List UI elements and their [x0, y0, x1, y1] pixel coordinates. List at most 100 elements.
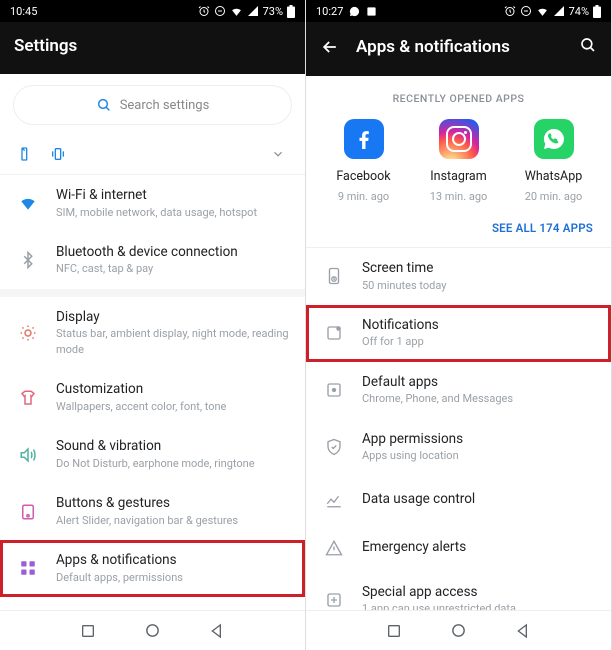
- item-special-access[interactable]: Special app access 1 app can use unrestr…: [306, 572, 611, 610]
- item-subtitle: Do Not Disturb, earphone mode, ringtone: [56, 456, 289, 471]
- settings-list: Wi-Fi & internet SIM, mobile network, da…: [0, 175, 305, 610]
- item-title: Display: [56, 309, 289, 327]
- item-apps-notifications[interactable]: Apps & notifications Default apps, permi…: [0, 540, 305, 597]
- signal-icon: [553, 5, 565, 17]
- alarm-icon: [504, 5, 516, 17]
- signal-icon: [247, 5, 259, 17]
- item-default-apps[interactable]: Default apps Chrome, Phone, and Messages: [306, 362, 611, 419]
- default-apps-icon: [325, 381, 343, 399]
- chevron-down-icon: [271, 147, 285, 161]
- item-title: Screen time: [362, 260, 595, 278]
- item-notifications[interactable]: Notifications Off for 1 app: [306, 305, 611, 362]
- item-wifi-internet[interactable]: Wi-Fi & internet SIM, mobile network, da…: [0, 175, 305, 232]
- whatsapp-notif-icon: [349, 6, 360, 17]
- item-customization[interactable]: Customization Wallpapers, accent color, …: [0, 369, 305, 426]
- nav-recent-icon[interactable]: [80, 623, 96, 639]
- settings-screen: 10:45 73% Settings Search settings: [0, 0, 306, 650]
- item-emergency-alerts[interactable]: Emergency alerts: [306, 524, 611, 572]
- item-sound[interactable]: Sound & vibration Do Not Disturb, earpho…: [0, 426, 305, 483]
- recently-opened-header: RECENTLY OPENED APPS: [306, 76, 611, 115]
- item-app-permissions[interactable]: App permissions Apps using location: [306, 419, 611, 476]
- battery-percent: 74%: [569, 5, 589, 18]
- item-title: Wi-Fi & internet: [56, 187, 289, 205]
- item-buttons[interactable]: Buttons & gestures Alert Slider, navigat…: [0, 483, 305, 540]
- item-subtitle: NFC, cast, tap & pay: [56, 261, 289, 276]
- nav-home-icon[interactable]: [450, 622, 467, 639]
- display-icon: [19, 324, 37, 342]
- search-button[interactable]: [579, 36, 597, 58]
- dnd-icon: [214, 5, 226, 17]
- apps-notifications-screen: 10:27 74% Apps & notifications RECENTLY …: [306, 0, 612, 650]
- item-security[interactable]: Security & lock screen Fingerprint, Face…: [0, 597, 305, 610]
- vibrate-icon: [50, 146, 66, 162]
- item-title: Data usage control: [362, 491, 595, 509]
- item-subtitle: Default apps, permissions: [56, 570, 289, 585]
- item-subtitle: Apps using location: [362, 448, 595, 463]
- app-name: Instagram: [430, 169, 486, 184]
- item-title: App permissions: [362, 431, 595, 449]
- item-title: Bluetooth & device connection: [56, 244, 289, 262]
- nav-back-icon[interactable]: [515, 623, 531, 639]
- recent-app-whatsapp[interactable]: WhatsApp 20 min. ago: [511, 119, 597, 203]
- screen-header: Settings: [0, 22, 305, 74]
- item-subtitle: Chrome, Phone, and Messages: [362, 391, 595, 406]
- item-title: Emergency alerts: [362, 539, 595, 557]
- bluetooth-icon: [19, 251, 37, 269]
- item-subtitle: Wallpapers, accent color, font, tone: [56, 399, 289, 414]
- recent-app-facebook[interactable]: Facebook 9 min. ago: [321, 119, 407, 203]
- back-arrow-icon[interactable]: [320, 37, 340, 57]
- data-usage-icon: [325, 491, 343, 509]
- permissions-icon: [325, 438, 343, 456]
- content-area: RECENTLY OPENED APPS Facebook 9 min. ago…: [306, 76, 611, 610]
- quick-settings-expander[interactable]: [0, 134, 305, 175]
- status-bar: 10:27 74%: [306, 0, 611, 22]
- battery-icon: [593, 5, 601, 18]
- item-subtitle: Off for 1 app: [362, 334, 595, 349]
- screen-header: Apps & notifications: [306, 22, 611, 76]
- item-title: Special app access: [362, 584, 595, 602]
- nav-recent-icon[interactable]: [386, 623, 402, 639]
- tshirt-icon: [19, 389, 37, 407]
- item-title: Apps & notifications: [56, 552, 289, 570]
- sim-icon: [20, 146, 36, 162]
- item-title: Sound & vibration: [56, 438, 289, 456]
- wifi-icon: [230, 5, 243, 18]
- apps-settings-list: Screen time 50 minutes today Notificatio…: [306, 248, 611, 610]
- alert-icon: [325, 539, 343, 557]
- item-title: Security & lock screen: [56, 609, 289, 610]
- item-screen-time[interactable]: Screen time 50 minutes today: [306, 248, 611, 305]
- app-name: WhatsApp: [525, 169, 583, 184]
- app-time: 20 min. ago: [525, 190, 583, 203]
- item-title: Customization: [56, 381, 289, 399]
- search-input[interactable]: Search settings: [14, 86, 291, 124]
- search-icon: [96, 97, 112, 113]
- content-area: Search settings Wi-Fi & internet SIM, mo…: [0, 74, 305, 610]
- screen-time-icon: [325, 267, 343, 285]
- alarm-icon: [198, 5, 210, 17]
- recent-app-instagram[interactable]: Instagram 13 min. ago: [416, 119, 502, 203]
- search-icon: [579, 36, 597, 54]
- item-title: Buttons & gestures: [56, 495, 289, 513]
- status-bar: 10:45 73%: [0, 0, 305, 22]
- apps-icon: [19, 559, 37, 577]
- nav-home-icon[interactable]: [144, 622, 161, 639]
- whatsapp-icon: [534, 119, 574, 159]
- navigation-bar: [306, 610, 611, 650]
- app-name: Facebook: [336, 169, 390, 184]
- special-access-icon: [325, 591, 343, 609]
- item-bluetooth[interactable]: Bluetooth & device connection NFC, cast,…: [0, 232, 305, 289]
- item-subtitle: Status bar, ambient display, night mode,…: [56, 326, 289, 357]
- item-data-usage[interactable]: Data usage control: [306, 476, 611, 524]
- item-display[interactable]: Display Status bar, ambient display, nig…: [0, 297, 305, 369]
- page-title: Apps & notifications: [356, 37, 510, 57]
- item-subtitle: 50 minutes today: [362, 278, 595, 293]
- divider: [0, 289, 305, 297]
- battery-icon: [287, 5, 295, 18]
- page-title: Settings: [14, 36, 77, 56]
- battery-percent: 73%: [263, 5, 283, 18]
- gestures-icon: [19, 503, 37, 521]
- see-all-apps-link[interactable]: SEE ALL 174 APPS: [306, 213, 611, 247]
- wifi-icon: [536, 5, 549, 18]
- nav-back-icon[interactable]: [209, 623, 225, 639]
- facebook-icon: [344, 119, 384, 159]
